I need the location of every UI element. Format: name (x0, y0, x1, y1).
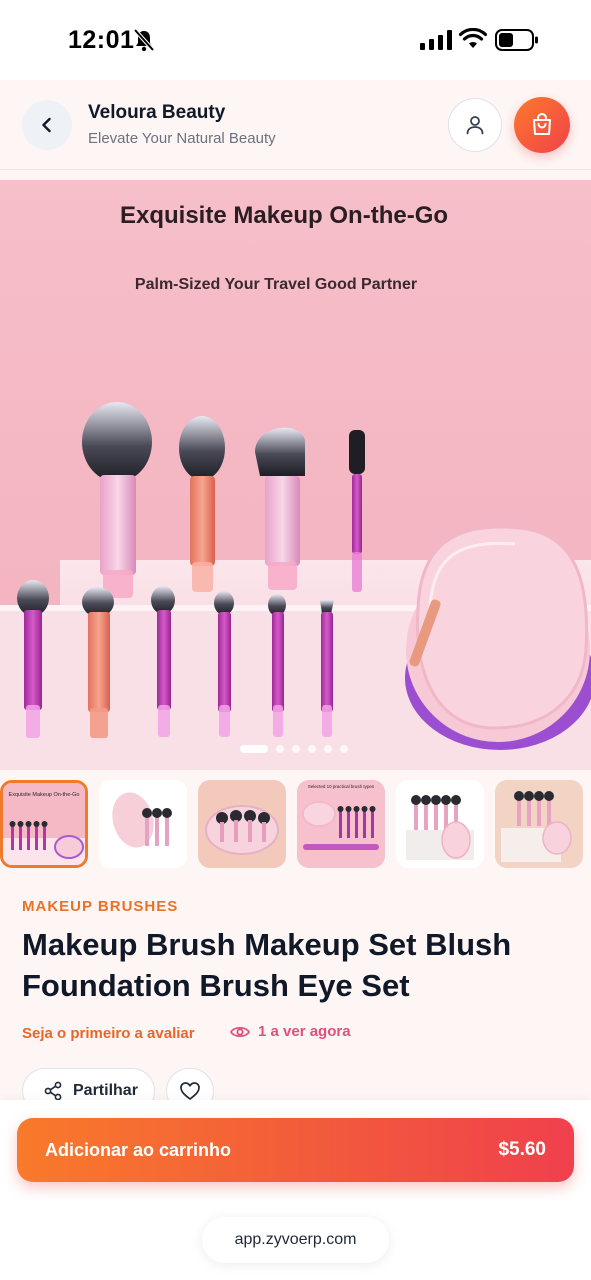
user-icon (466, 116, 484, 135)
cart-button[interactable] (514, 97, 570, 153)
carousel-dot[interactable] (340, 745, 348, 753)
thumbnail-4[interactable]: Selected 10 practical brush types (297, 780, 385, 868)
status-time: 12:01 (68, 26, 135, 54)
thumbnail-image (99, 780, 187, 868)
hero-title: Exquisite Makeup On-the-Go (119, 202, 449, 229)
thumbnail-3[interactable] (198, 780, 286, 868)
bottom-action-bar: Adicionar ao carrinho $5.60 (0, 1100, 591, 1200)
product-category[interactable]: MAKEUP BRUSHES (22, 898, 178, 915)
add-to-cart-label: Adicionar ao carrinho (45, 1139, 232, 1160)
store-tagline: Elevate Your Natural Beauty (88, 130, 276, 147)
thumbnail-image (495, 780, 583, 868)
wifi-icon (459, 28, 487, 48)
thumbnail-6[interactable] (495, 780, 583, 868)
back-button[interactable] (22, 100, 72, 150)
thumbnail-image (198, 780, 286, 868)
thumbnail-1[interactable]: Exquisite Makeup On-the-Go (0, 780, 88, 868)
browser-bottom-bar: app.zyvoerp.com (0, 1200, 591, 1280)
product-hero-image[interactable]: Exquisite Makeup On-the-Go Palm-Sized Yo… (0, 180, 591, 770)
carousel-indicator (240, 745, 348, 753)
cellular-signal-icon (420, 30, 452, 50)
product-price: $5.60 (498, 1139, 546, 1160)
shopping-bag-icon (533, 113, 551, 135)
thumbnail-image: Selected 10 practical brush types (297, 780, 385, 868)
carousel-dot[interactable] (292, 745, 300, 753)
store-name: Veloura Beauty (88, 102, 226, 123)
carousel-dot[interactable] (324, 745, 332, 753)
carousel-dot-active[interactable] (240, 745, 268, 753)
eye-icon (230, 1026, 250, 1037)
carousel-dot[interactable] (276, 745, 284, 753)
first-review-link[interactable]: Seja o primeiro a avaliar (22, 1025, 195, 1042)
profile-button[interactable] (448, 98, 502, 152)
thumbnail-caption: Exquisite Makeup On-the-Go (9, 792, 80, 798)
brush-set-illustration (0, 402, 591, 770)
thumbnail-5[interactable] (396, 780, 484, 868)
thumbnail-caption: Selected 10 practical brush types (308, 784, 375, 789)
share-icon (44, 1081, 62, 1101)
share-label: Partilhar (73, 1082, 138, 1099)
address-bar[interactable]: app.zyvoerp.com (202, 1217, 389, 1263)
product-title: Makeup Brush Makeup Set Blush Foundation… (22, 927, 512, 1003)
thumbnail-image: Exquisite Makeup On-the-Go (3, 783, 85, 865)
carousel-dot[interactable] (308, 745, 316, 753)
live-viewers-text: 1 a ver agora (258, 1023, 351, 1040)
store-header: Veloura Beauty Elevate Your Natural Beau… (0, 80, 591, 170)
battery-icon (495, 29, 538, 51)
hero-subtitle: Palm-Sized Your Travel Good Partner (134, 276, 418, 293)
add-to-cart-button[interactable]: Adicionar ao carrinho $5.60 (17, 1118, 574, 1182)
live-viewers: 1 a ver agora (230, 1023, 351, 1040)
status-bar: 12:01 (0, 0, 591, 80)
thumbnail-strip: Exquisite Makeup On-the-Go Selected 10 p… (0, 780, 591, 872)
bell-muted-icon (133, 28, 155, 52)
chevron-left-icon (42, 117, 51, 133)
thumbnail-image (396, 780, 484, 868)
heart-icon (180, 1082, 200, 1100)
thumbnail-2[interactable] (99, 780, 187, 868)
